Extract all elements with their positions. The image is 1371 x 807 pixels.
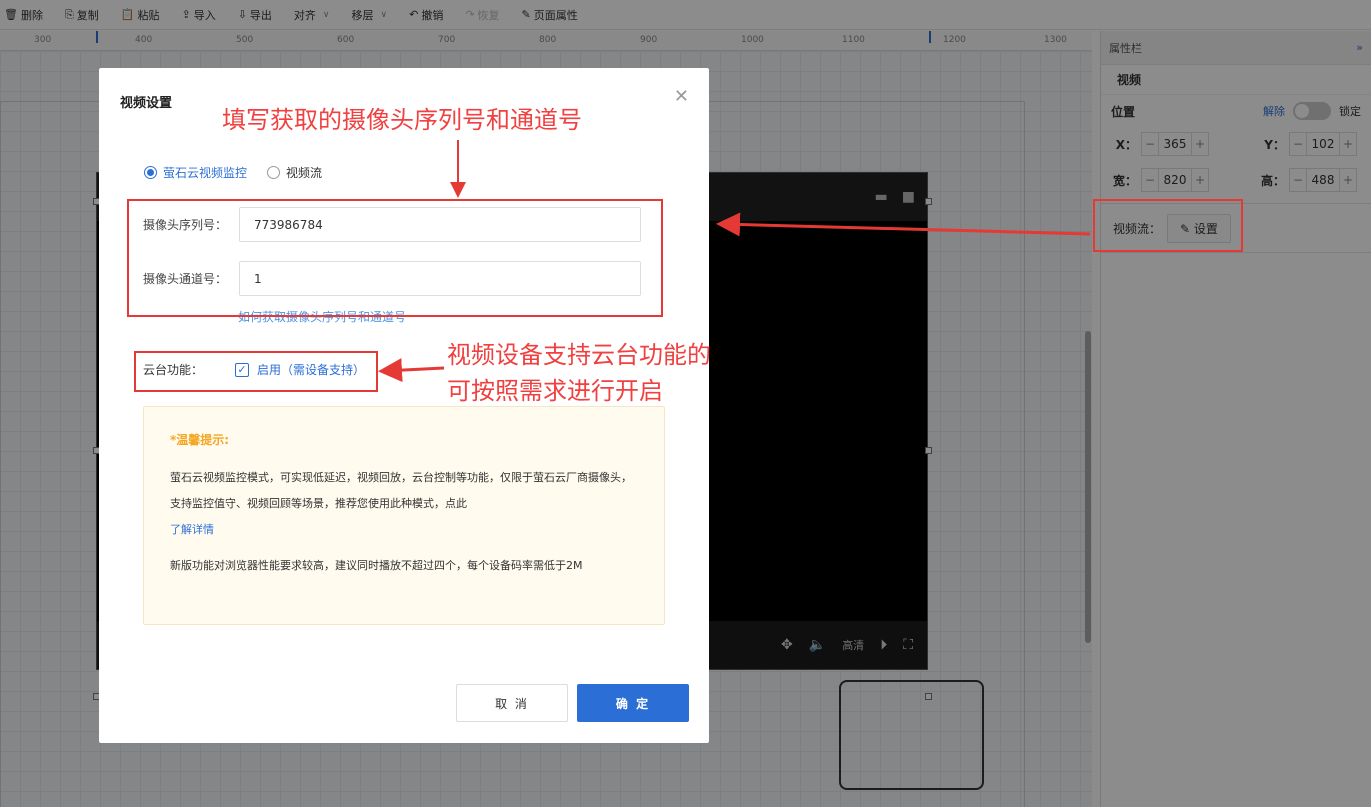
tips-box: *温馨提示: 萤石云视频监控模式，可实现低延迟，视频回放，云台控制等功能，仅限于… xyxy=(143,406,665,625)
annotation-box-inputs xyxy=(127,199,663,317)
radio-ezviz[interactable]: 萤石云视频监控 xyxy=(144,164,247,181)
close-icon[interactable]: ✕ xyxy=(674,86,689,107)
tips-paragraph-1: 萤石云视频监控模式，可实现低延迟，视频回放，云台控制等功能，仅限于萤石云厂商摄像… xyxy=(170,471,632,510)
annotation-box-stream xyxy=(1093,199,1243,252)
annotation-box-ptz xyxy=(134,351,378,392)
radio-stream[interactable]: 视频流 xyxy=(267,164,322,181)
cancel-button[interactable]: 取 消 xyxy=(456,684,568,722)
radio-stream-label: 视频流 xyxy=(286,166,323,180)
mode-radio-group: 萤石云视频监控 视频流 xyxy=(144,164,322,181)
learn-more-link[interactable]: 了解详情 xyxy=(170,517,638,543)
annotation-text-top: 填写获取的摄像头序列号和通道号 xyxy=(222,106,582,134)
annotation-text-ptz-1: 视频设备支持云台功能的 xyxy=(447,341,711,369)
tips-paragraph-2: 新版功能对浏览器性能要求较高，建议同时播放不超过四个，每个设备码率需低于2M xyxy=(170,559,583,572)
tips-title: *温馨提示: xyxy=(170,433,230,447)
annotation-text-ptz-2: 可按照需求进行开启 xyxy=(447,377,663,405)
dialog-title: 视频设置 xyxy=(120,96,173,111)
ok-button[interactable]: 确 定 xyxy=(577,684,689,722)
radio-ezviz-label: 萤石云视频监控 xyxy=(163,166,248,180)
radio-dot xyxy=(144,166,157,179)
radio-dot xyxy=(267,166,281,179)
